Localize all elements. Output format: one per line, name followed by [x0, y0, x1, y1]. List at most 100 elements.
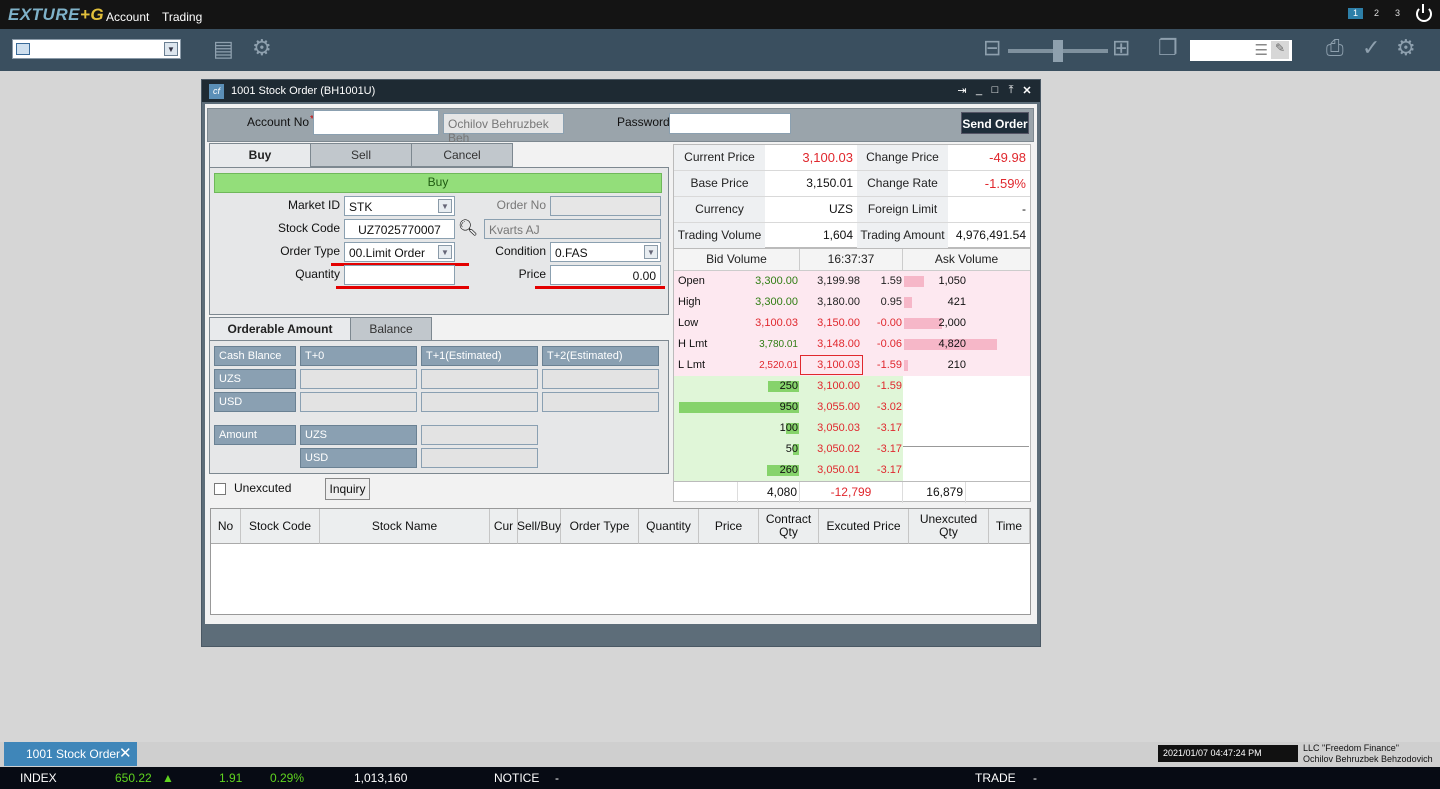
stock-code-input[interactable]: UZ7025770007: [344, 219, 455, 239]
tab-orderable-amount[interactable]: Orderable Amount: [209, 317, 351, 341]
ask-row-label: Low: [678, 317, 699, 329]
table-header[interactable]: Order Type: [561, 509, 639, 544]
settings-gear-icon[interactable]: ⚙: [1396, 35, 1416, 61]
table-header[interactable]: Excuted Price: [819, 509, 909, 544]
pin-icon[interactable]: ⇥: [955, 84, 969, 97]
search-icon[interactable]: 🔍︎: [457, 218, 479, 240]
amount-uzs-cell: [421, 425, 538, 445]
chevron-down-icon[interactable]: ▼: [438, 245, 452, 259]
account-no-input[interactable]: [313, 110, 439, 135]
bid-change: -3.17: [876, 464, 902, 476]
table-header[interactable]: Stock Name: [320, 509, 490, 544]
condition-select[interactable]: 0.FAS ▼: [550, 242, 661, 262]
index-change-pct: 0.29%: [270, 771, 305, 785]
inquiry-button[interactable]: Inquiry: [325, 478, 370, 500]
index-change: 1.91: [219, 771, 243, 785]
table-header[interactable]: Sell/Buy: [517, 509, 561, 544]
screen-select[interactable]: ▼: [12, 39, 181, 59]
ask-row-ref-price: 2,520.01: [759, 360, 798, 371]
ask-price: 3,199.98: [817, 275, 860, 287]
table-header[interactable]: Stock Code: [241, 509, 320, 544]
send-order-button[interactable]: Send Order: [961, 112, 1029, 134]
power-icon[interactable]: [1416, 4, 1432, 22]
amount-uzs-label: UZS: [300, 425, 417, 445]
order-type-select[interactable]: 00.Limit Order ▼: [344, 242, 455, 262]
current-price-highlight: [800, 355, 863, 375]
index-label: INDEX: [20, 771, 57, 785]
price-info-value: -1.59%: [948, 171, 1030, 197]
price-info-label: Trading Amount: [857, 223, 948, 249]
total-bid-volume: 4,080: [737, 482, 799, 503]
wrench-icon[interactable]: ✎: [1271, 41, 1289, 59]
table-header[interactable]: Contract Qty: [759, 509, 819, 544]
printer-icon[interactable]: ⎙: [1326, 35, 1344, 61]
tab-buy[interactable]: Buy: [209, 143, 311, 167]
market-id-select[interactable]: STK ▼: [344, 196, 455, 216]
index-value: 650.22: [115, 771, 152, 785]
ask-price: 3,150.00: [817, 317, 860, 329]
usd-row-label: USD: [214, 392, 296, 412]
unexecuted-checkbox[interactable]: [214, 483, 226, 495]
price-info-value: -49.98: [948, 145, 1030, 171]
usd-t0-cell: [300, 392, 417, 412]
always-on-top-icon[interactable]: ⤒: [1004, 84, 1018, 97]
price-info-value: 3,150.01: [765, 171, 857, 197]
order-no-field: [550, 196, 661, 216]
tab-sell[interactable]: Sell: [310, 143, 412, 167]
table-header[interactable]: Unexcuted Qty: [909, 509, 989, 544]
amount-usd-cell: [421, 448, 538, 468]
user-name: Ochilov Behruzbek Behzodovich: [1303, 754, 1433, 764]
windows-icon[interactable]: ❐: [1158, 35, 1178, 61]
account-no-label: Account No: [247, 115, 310, 129]
table-header[interactable]: No: [211, 509, 241, 544]
condition-label: Condition: [495, 244, 546, 258]
highlight-underline: [535, 286, 665, 289]
trade-label: TRADE: [975, 771, 1016, 785]
bid-price: 3,100.00: [817, 380, 860, 392]
table-header[interactable]: Price: [699, 509, 759, 544]
tab-cancel[interactable]: Cancel: [411, 143, 513, 167]
menu-account[interactable]: Account: [106, 10, 149, 24]
password-input[interactable]: [669, 113, 791, 134]
bid-change: -3.02: [876, 401, 902, 413]
ask-volume: 210: [947, 359, 966, 371]
taskbar-tab-stock-order[interactable]: 1001 Stock Order ✕: [4, 742, 137, 766]
close-icon[interactable]: ✕: [119, 742, 132, 766]
book-time: 16:37:37: [799, 249, 903, 271]
menu-trading[interactable]: Trading: [162, 10, 202, 24]
uzs-row-label: UZS: [214, 369, 296, 389]
tab-balance[interactable]: Balance: [350, 317, 432, 341]
chevron-down-icon[interactable]: ▼: [164, 42, 178, 56]
uzs-t2-cell: [542, 369, 659, 389]
workspace-3-button[interactable]: 3: [1390, 8, 1405, 19]
workspace-2-button[interactable]: 2: [1369, 8, 1384, 19]
workspace-1-button[interactable]: 1: [1348, 8, 1363, 19]
broom-icon[interactable]: ✓: [1362, 35, 1380, 61]
table-header[interactable]: Quantity: [639, 509, 699, 544]
chevron-down-icon[interactable]: ▼: [438, 199, 452, 213]
zoom-out-icon[interactable]: ⊟: [983, 35, 1001, 61]
maximize-icon[interactable]: □: [988, 84, 1002, 96]
bid-price: 3,050.02: [817, 443, 860, 455]
price-info-label: Currency: [674, 197, 765, 223]
gear-icon[interactable]: ⚙: [252, 35, 272, 61]
zoom-in-icon[interactable]: ⊞: [1112, 35, 1130, 61]
quantity-input[interactable]: [344, 265, 455, 285]
screen-list-icon[interactable]: ▤: [213, 36, 234, 62]
company-name: LLC "Freedom Finance": [1303, 743, 1399, 753]
chevron-down-icon[interactable]: ▼: [644, 245, 658, 259]
minimize-icon[interactable]: _: [972, 84, 986, 96]
zoom-slider-handle[interactable]: [1053, 40, 1063, 62]
list-icon[interactable]: ☰: [1255, 41, 1268, 59]
window-titlebar[interactable]: cf 1001 Stock Order (BH1001U) ⇥ _ □ ⤒ ✕: [202, 80, 1040, 102]
price-info-value: 4,976,491.54: [948, 223, 1030, 249]
table-header[interactable]: Time: [989, 509, 1030, 544]
ask-price: 3,180.00: [817, 296, 860, 308]
price-input[interactable]: 0.00: [550, 265, 661, 285]
market-id-value: STK: [349, 200, 373, 214]
screen-search-input[interactable]: ☰ ✎: [1190, 40, 1292, 61]
ask-volume: 4,820: [938, 338, 966, 350]
ask-volume: 421: [947, 296, 966, 308]
table-header[interactable]: Cur: [490, 509, 518, 544]
close-icon[interactable]: ✕: [1020, 84, 1034, 97]
